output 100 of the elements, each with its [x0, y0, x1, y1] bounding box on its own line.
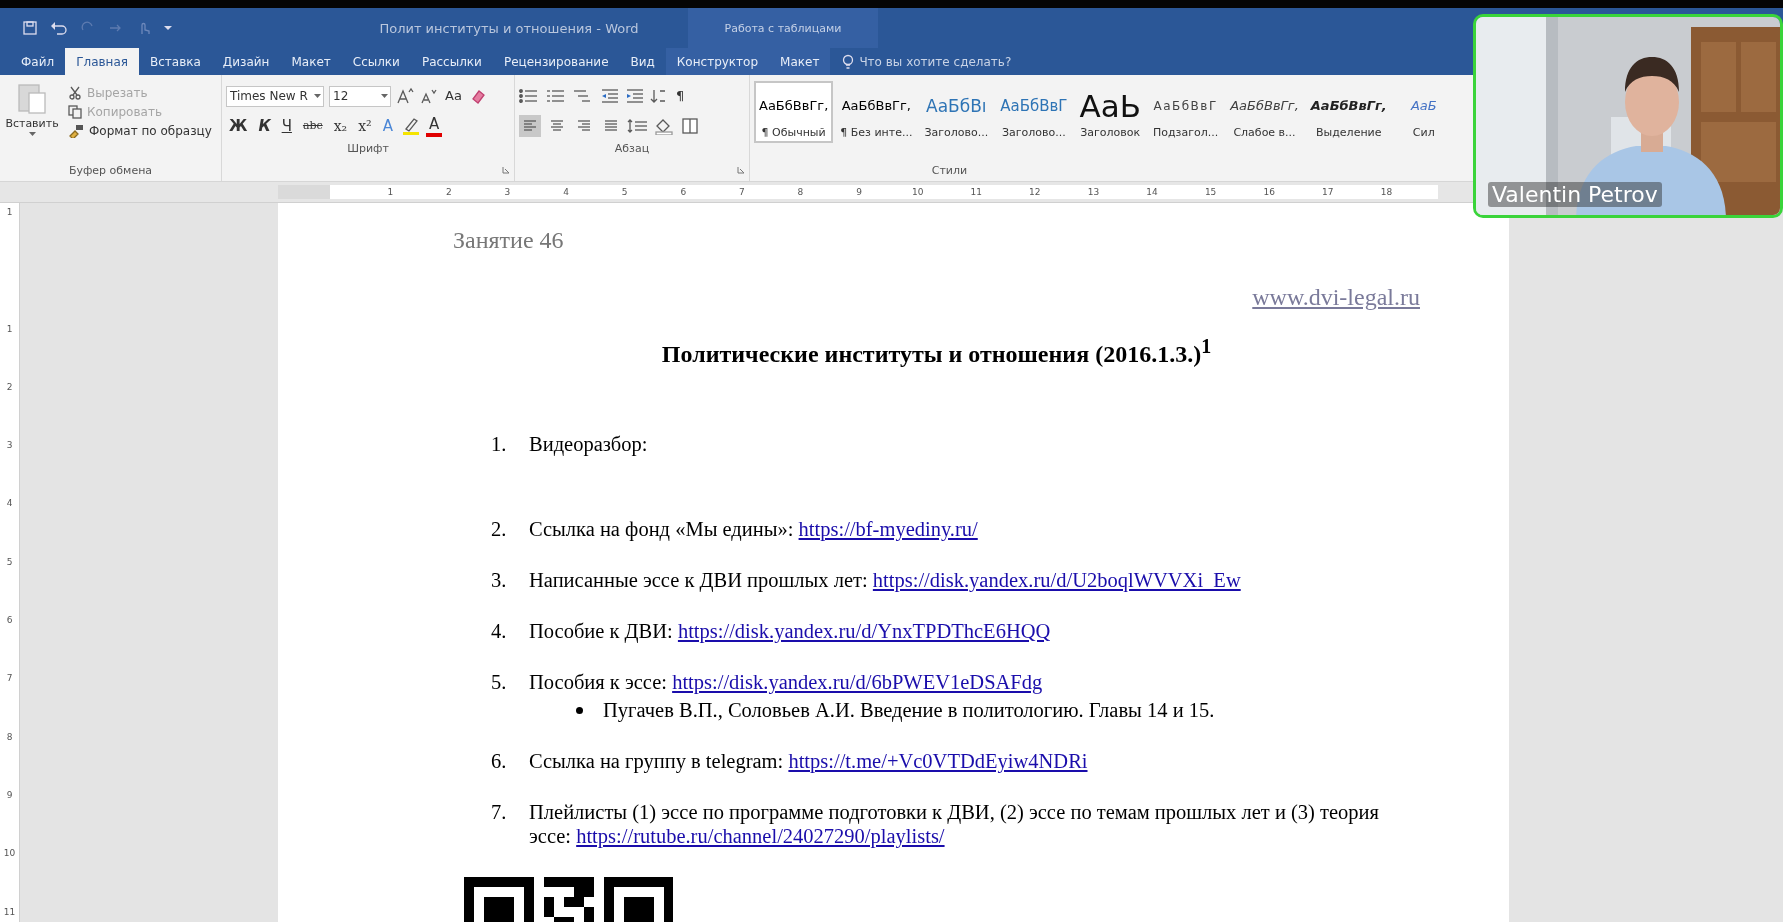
ruler-number: 2: [445, 186, 453, 199]
ribbon-tab[interactable]: Дизайн: [211, 48, 281, 75]
font-size-field[interactable]: 12: [329, 85, 391, 107]
ribbon-tab[interactable]: Файл: [10, 48, 66, 75]
show-marks-button[interactable]: ¶: [673, 85, 688, 107]
ribbon-tab[interactable]: Конструктор: [665, 48, 770, 75]
ruler-number: 3: [503, 186, 512, 199]
customize-caret-icon[interactable]: [164, 25, 172, 31]
ruler-number: 8: [796, 186, 805, 199]
paintbrush-icon[interactable]: [68, 124, 84, 138]
style-label: Выделение: [1316, 126, 1382, 139]
lightbulb-icon[interactable]: [842, 53, 855, 70]
line-spacing-icon[interactable]: [627, 118, 649, 134]
style-item[interactable]: АаБбВı Заголово...: [919, 81, 994, 143]
style-item[interactable]: АаБ Сил: [1393, 81, 1454, 143]
style-item[interactable]: АаБбВвГг, ¶ Обычный: [754, 81, 834, 143]
style-preview: АаБ: [1410, 97, 1437, 115]
ruler-number: 9: [855, 186, 863, 199]
site-link[interactable]: www.dvi-legal.ru: [1252, 284, 1420, 311]
change-case-button[interactable]: Аа: [442, 85, 465, 107]
ribbon-tab[interactable]: Макет: [769, 48, 831, 75]
ruler-number: 8: [6, 730, 13, 744]
ribbon-tab[interactable]: Рассылки: [410, 48, 493, 75]
ribbon-tab[interactable]: Главная: [65, 48, 139, 75]
ruler-number: 18: [1379, 186, 1394, 199]
ruler-number: 7: [738, 186, 746, 199]
ruler-number: 14: [1145, 186, 1159, 199]
tell-me-field[interactable]: Что вы хотите сделать?: [859, 54, 1012, 69]
sort-icon[interactable]: [650, 88, 668, 104]
group-label: Абзац: [613, 140, 651, 157]
list-item-link[interactable]: https://disk.yandex.ru/d/6bPWEV1eDSAFdg: [672, 671, 1043, 693]
style-preview: АаБбВı: [926, 94, 987, 118]
style-preview: АаЬ: [1079, 86, 1141, 126]
font-color-button[interactable]: A: [426, 115, 443, 137]
ruler-number: 5: [6, 555, 13, 569]
ruler-number: 5: [620, 186, 629, 199]
grow-font-icon[interactable]: [396, 87, 414, 105]
ruler-number: 7: [6, 672, 13, 686]
ribbon-tab[interactable]: Макет: [280, 48, 342, 75]
style-preview: АаБбВвГ: [1153, 97, 1218, 115]
style-item[interactable]: АаБбВвГг, Выделение: [1305, 81, 1392, 143]
list-item-link[interactable]: https://disk.yandex.ru/d/U2boqlWVVXi_Ew: [872, 569, 1241, 591]
list-item-link[interactable]: https://disk.yandex.ru/d/YnxTPDThcE6HQQ: [677, 620, 1051, 642]
style-label: Подзагол...: [1152, 126, 1219, 139]
ribbon-tab[interactable]: Вставка: [139, 48, 212, 75]
list-item-text: Пособия к эссе: https://disk.yandex.ru/d/6bPWEV1eDSAFdg: [529, 670, 1044, 694]
format-button[interactable]: x²: [355, 115, 375, 137]
window-title: Полит институты и отношения - Word: [378, 20, 640, 36]
paste-button[interactable]: Вставить: [4, 79, 60, 159]
list-item-link[interactable]: https://rutube.ru/channel/24027290/playlists/: [576, 825, 945, 847]
paint-bucket-icon[interactable]: [654, 117, 676, 135]
dialog-launcher-icon[interactable]: [737, 166, 745, 174]
list-number: 3.: [491, 568, 508, 592]
style-item[interactable]: АаБбВвГ Заголово...: [995, 81, 1073, 143]
align-left-icon: [522, 118, 538, 134]
caret-icon[interactable]: [381, 93, 388, 99]
caret-icon[interactable]: [314, 93, 321, 99]
ruler-number: 6: [6, 614, 13, 628]
list-item-link[interactable]: https://bf-myediny.ru/: [798, 518, 978, 540]
font-name-field[interactable]: Times New R: [226, 85, 324, 107]
ribbon-tab[interactable]: Рецензирование: [492, 48, 620, 75]
style-item[interactable]: АаБбВвГг, Слабое в...: [1225, 81, 1304, 143]
caret-icon[interactable]: [28, 132, 36, 137]
ruler-number: 10: [3, 847, 16, 861]
clipboard-button[interactable]: Формат по образцу: [66, 123, 214, 139]
page-header-text: Занятие 46: [453, 227, 564, 254]
highlighter-icon[interactable]: [401, 116, 421, 136]
increase-indent-icon[interactable]: [625, 88, 645, 104]
decrease-indent-icon[interactable]: [600, 88, 620, 104]
shrink-font-icon[interactable]: [419, 87, 437, 105]
format-button[interactable]: x₂: [330, 115, 351, 137]
save-icon[interactable]: [22, 20, 38, 36]
style-item[interactable]: АаЬ Заголовок: [1074, 81, 1146, 143]
dialog-launcher-icon[interactable]: [502, 166, 510, 174]
ruler-margin: [278, 185, 330, 199]
format-button[interactable]: Ж: [226, 115, 251, 137]
list-item-text: Ссылка на фонд «Мы едины»: https://bf-myediny.ru/: [529, 517, 978, 541]
undo-icon[interactable]: [50, 20, 68, 36]
ribbon-tab[interactable]: Вид: [619, 48, 666, 75]
list-number: 1.: [491, 432, 508, 456]
format-button[interactable]: К: [255, 115, 274, 137]
list-item-link[interactable]: https://t.me/+Vc0VTDdEyiw4NDRi: [788, 750, 1088, 772]
participant-name: Valentin Petrov: [1488, 182, 1662, 207]
format-button[interactable]: abc: [299, 115, 326, 137]
align-center-icon: [549, 118, 565, 134]
group-label: Шрифт: [346, 140, 390, 157]
style-item[interactable]: АаБбВвГ Подзагол...: [1147, 81, 1224, 143]
style-label: ¶ Без инте...: [840, 126, 913, 139]
ruler-number: 17: [1321, 186, 1335, 199]
ribbon-tab[interactable]: Ссылки: [341, 48, 411, 75]
style-label: Слабое в...: [1233, 126, 1296, 139]
style-preview: АаБбВвГг,: [841, 97, 911, 115]
format-button[interactable]: Ч: [278, 115, 295, 137]
style-item[interactable]: АаБбВвГг, ¶ Без инте...: [835, 81, 918, 143]
bullet-text: Пугачев В.П., Соловьев А.И. Введение в политологию. Главы 14 и 15.: [603, 698, 1215, 722]
group-label: Стили: [930, 162, 969, 179]
ruler-number: 11: [3, 905, 16, 919]
list-item-text: Видеоразбор:: [529, 432, 648, 456]
document-title: Политические институты и отношения (2016.1.3.)$^{1}$: [661, 335, 1212, 368]
style-label: Сил: [1412, 126, 1435, 139]
